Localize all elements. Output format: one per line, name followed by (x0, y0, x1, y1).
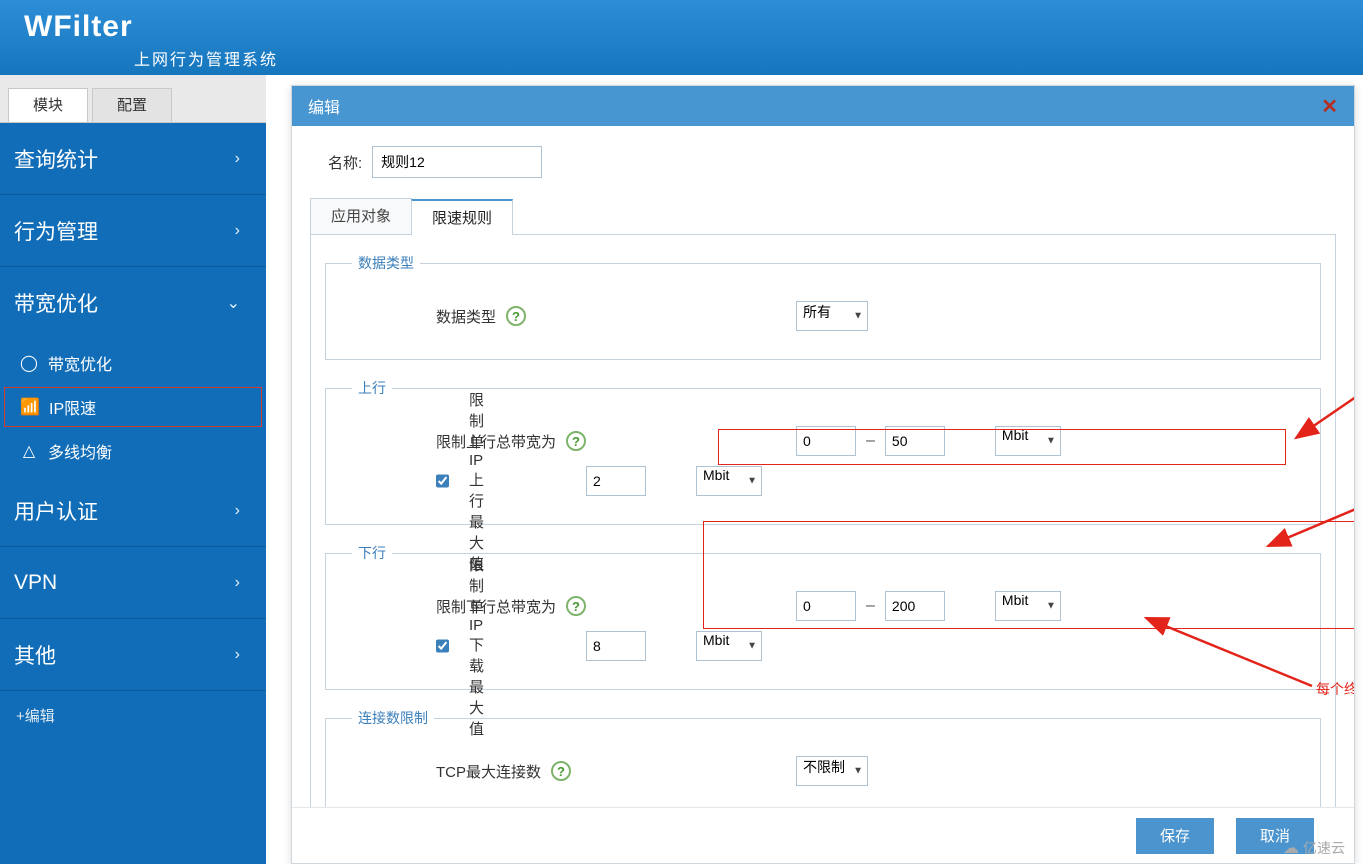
sidebar-subitem-bandwidth-opt[interactable]: ◯ 带宽优化 (0, 339, 266, 387)
up-perip-checkbox[interactable] (436, 474, 449, 488)
rule-name-input[interactable] (372, 146, 542, 178)
datatype-select[interactable]: 所有 (796, 301, 868, 331)
close-icon[interactable]: ✕ (1321, 94, 1338, 119)
down-total-max-input[interactable] (885, 591, 945, 621)
legend-downstream: 下行 (352, 543, 392, 563)
legend-connlimit: 连接数限制 (352, 708, 434, 728)
range-dash: – (866, 432, 875, 450)
sidebar-item-behavior-mgmt[interactable]: 行为管理 › (0, 195, 266, 267)
brand-subtitle: 上网行为管理系统 (134, 46, 278, 70)
fieldset-downstream: 下行 限制下行总带宽为 ? – Mbit (325, 543, 1321, 690)
sidebar-tabbar: 模块 配置 (0, 75, 266, 123)
balance-icon: △ (18, 441, 40, 461)
down-perip-input[interactable] (586, 631, 646, 661)
down-perip-checkbox[interactable] (436, 639, 449, 653)
chevron-right-icon: › (235, 574, 240, 592)
sidebar-item-other[interactable]: 其他 › (0, 619, 266, 691)
sidebar-subitem-label: 多线均衡 (48, 439, 112, 463)
sidebar: 模块 配置 查询统计 › 行为管理 › 带宽优化 ⌄ ◯ 带宽优化 📶 IP限速… (0, 75, 266, 864)
chevron-right-icon: › (235, 222, 240, 240)
range-dash: – (866, 597, 875, 615)
up-perip-unit-select[interactable]: Mbit (696, 466, 762, 496)
tcp-label: TCP最大连接数 (436, 761, 541, 782)
sidebar-item-auth[interactable]: 用户认证 › (0, 475, 266, 547)
tab-config[interactable]: 配置 (92, 88, 172, 122)
fieldset-datatype: 数据类型 数据类型 ? 所有 (325, 253, 1321, 360)
main-area: ⌂ 编辑 ✕ 名称: 应用对象 限速规则 数据类型 数据类型 (266, 75, 1363, 864)
sidebar-item-query-stats[interactable]: 查询统计 › (0, 123, 266, 195)
up-perip-input[interactable] (586, 466, 646, 496)
cloud-icon: ☁ (1283, 838, 1299, 858)
down-total-unit-select[interactable]: Mbit (995, 591, 1061, 621)
sidebar-item-bandwidth[interactable]: 带宽优化 ⌄ (0, 267, 266, 339)
watermark-text: 亿速云 (1303, 838, 1345, 858)
chevron-down-icon: ⌄ (227, 293, 240, 313)
inner-tabs: 应用对象 限速规则 (310, 198, 1336, 234)
tab-speed-rule[interactable]: 限速规则 (411, 199, 513, 235)
tab-modules[interactable]: 模块 (8, 88, 88, 122)
sidebar-item-label: 带宽优化 (14, 288, 98, 318)
help-icon[interactable]: ? (566, 596, 586, 616)
sidebar-item-label: 查询统计 (14, 144, 98, 174)
rule-panel: 数据类型 数据类型 ? 所有 上行 (310, 234, 1336, 807)
down-total-min-input[interactable] (796, 591, 856, 621)
dialog-title: 编辑 (308, 94, 340, 118)
sidebar-subitem-label: 带宽优化 (48, 351, 112, 375)
sidebar-item-vpn[interactable]: VPN › (0, 547, 266, 619)
save-button[interactable]: 保存 (1136, 818, 1214, 854)
tab-target[interactable]: 应用对象 (310, 198, 412, 234)
sidebar-item-label: 行为管理 (14, 216, 98, 246)
fieldset-connlimit: 连接数限制 TCP最大连接数 ? 不限制 (325, 708, 1321, 807)
help-icon[interactable]: ? (506, 306, 526, 326)
up-total-min-input[interactable] (796, 426, 856, 456)
brand-title: WFilter (24, 10, 133, 44)
legend-datatype: 数据类型 (352, 253, 420, 273)
sidebar-submenu-bandwidth: ◯ 带宽优化 📶 IP限速 △ 多线均衡 (0, 339, 266, 475)
sidebar-item-label: 其他 (14, 640, 56, 670)
name-row: 名称: (328, 146, 1336, 178)
sidebar-subitem-multiline[interactable]: △ 多线均衡 (0, 427, 266, 475)
dashboard-icon: 📶 (19, 397, 41, 417)
sidebar-subitem-label: IP限速 (49, 395, 96, 419)
help-icon[interactable]: ? (566, 431, 586, 451)
name-label: 名称: (328, 152, 362, 173)
up-total-max-input[interactable] (885, 426, 945, 456)
chevron-right-icon: › (235, 646, 240, 664)
datatype-label: 数据类型 (436, 306, 496, 327)
chevron-right-icon: › (235, 150, 240, 168)
down-total-label: 限制下行总带宽为 (436, 596, 556, 617)
chevron-right-icon: › (235, 502, 240, 520)
down-perip-unit-select[interactable]: Mbit (696, 631, 762, 661)
legend-upstream: 上行 (352, 378, 392, 398)
dialog-header: 编辑 ✕ (292, 86, 1354, 126)
tcp-max-select[interactable]: 不限制 (796, 756, 868, 786)
edit-dialog: 编辑 ✕ 名称: 应用对象 限速规则 数据类型 数据类型 ? (291, 85, 1355, 864)
help-icon[interactable]: ? (551, 761, 571, 781)
sidebar-item-label: 用户认证 (14, 496, 98, 526)
dialog-footer: 保存 取消 (292, 807, 1354, 863)
up-total-label: 限制上行总带宽为 (436, 431, 556, 452)
sidebar-subitem-ip-limit[interactable]: 📶 IP限速 (4, 387, 262, 427)
sidebar-edit-link[interactable]: +编辑 (0, 691, 266, 739)
watermark: ☁ 亿速云 (1283, 838, 1345, 858)
circle-icon: ◯ (18, 353, 40, 373)
sidebar-item-label: VPN (14, 571, 57, 595)
up-total-unit-select[interactable]: Mbit (995, 426, 1061, 456)
app-header: WFilter 上网行为管理系统 (0, 0, 1363, 75)
dialog-body: 名称: 应用对象 限速规则 数据类型 数据类型 ? 所有 (292, 126, 1354, 807)
fieldset-upstream: 上行 限制上行总带宽为 ? – Mbit (325, 378, 1321, 525)
